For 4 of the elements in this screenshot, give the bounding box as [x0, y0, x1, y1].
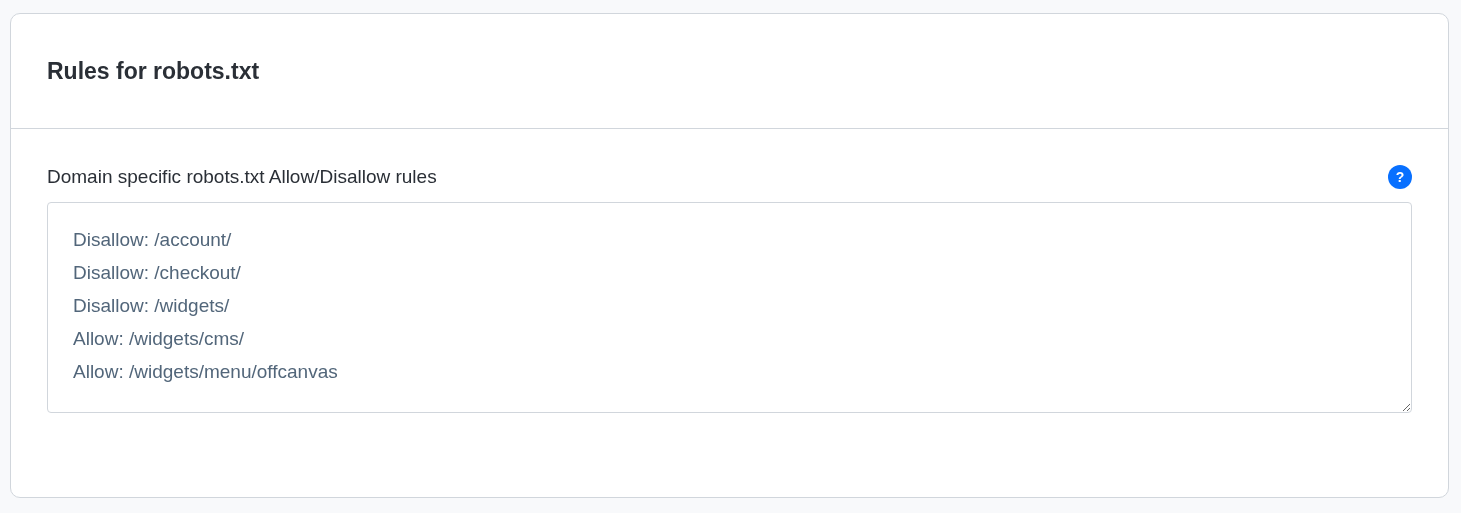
card-title: Rules for robots.txt [47, 56, 260, 86]
help-button[interactable]: ? [1388, 165, 1412, 190]
field-label: Domain specific robots.txt Allow/Disallow rules [47, 165, 437, 189]
rules-textarea[interactable]: Disallow: /account/ Disallow: /checkout/ Disallow: /widgets/ Allow: /widgets/cms/ Allow: /widgets/menu/offcanvas [47, 201, 1412, 413]
